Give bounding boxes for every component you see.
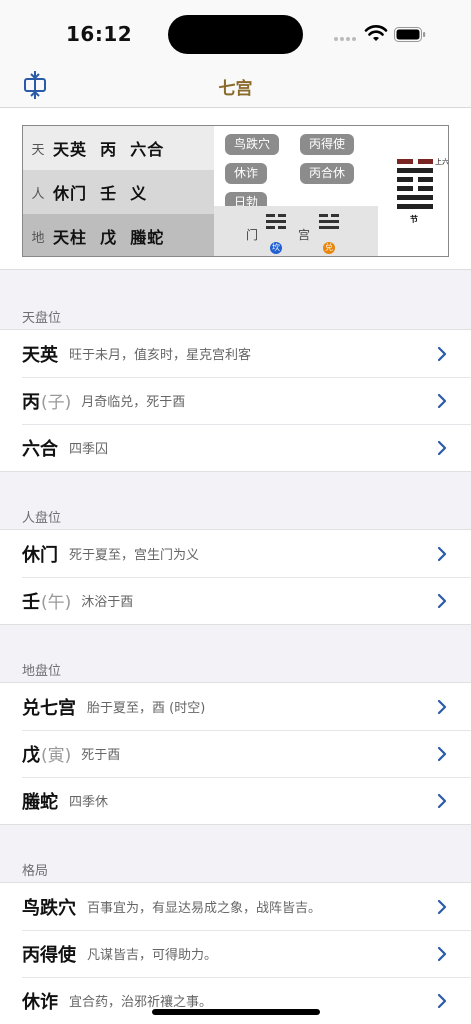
earth-row-text: 天柱 戊 螣蛇 [53,228,165,247]
gate-trigram-icon [266,214,286,232]
row-title: 丙 [22,391,40,413]
palace-label: 宫 [298,228,311,242]
list-item[interactable]: 六合 四季囚 [0,424,471,471]
row-title: 丙得使 [22,944,76,966]
row-title: 螣蛇 [22,791,58,813]
human-list: 休门 死于夏至，宫生门为义 壬 (午) 沐浴于酉 [0,529,471,625]
dynamic-island [168,15,303,54]
row-description: 月奇临兑，死于酉 [81,395,186,410]
chevron-right-icon [437,899,447,915]
list-item[interactable]: 螣蛇 四季休 [0,777,471,824]
list-item[interactable]: 休诈 宜合药，治邪祈禳之事。 [0,977,471,1024]
palace-trigram-icon [319,214,339,232]
gate-trigram-badge: 坎 [270,242,282,254]
row-title: 鸟跌穴 [22,897,76,919]
chevron-right-icon [437,393,447,409]
list-item[interactable]: 壬 (午) 沐浴于酉 [0,577,471,624]
chevron-right-icon [437,993,447,1009]
list-item[interactable]: 兑七宫 胎于夏至，酉 (时空) [0,683,471,730]
row-description: 死于酉 [81,748,121,763]
heaven-row-text: 天英 丙 六合 [53,140,165,159]
pattern-tag: 丙得使 [300,134,355,155]
section-header-patterns: 格局 [22,864,49,879]
hexagram-line [397,195,433,200]
patterns-list: 鸟跌穴 百事宜为，有显达易成之象，战阵皆吉。 丙得使 凡谋皆吉，可得助力。 休诈… [0,882,471,1024]
row-description: 四季囚 [69,442,109,457]
heaven-row-label: 天 [31,142,45,158]
row-title: 天英 [22,344,58,366]
palace-chart-area: 天 天英 丙 六合 人 休门 壬 义 地 天柱 戊 螣蛇 鸟跌穴 丙得使 休诈 … [0,108,471,270]
row-title: 六合 [22,438,58,460]
pattern-tag: 鸟跌穴 [225,134,280,155]
status-time: 16:12 [66,22,133,46]
wifi-icon [364,25,388,41]
section-header-earth: 地盘位 [22,664,62,679]
list-item[interactable]: 天英 旺于未月，值亥时，星克宫利客 [0,330,471,377]
row-description: 沐浴于酉 [81,595,134,610]
list-item[interactable]: 丙 (子) 月奇临兑，死于酉 [0,377,471,424]
battery-icon [394,27,426,42]
row-subtitle: (寅) [41,746,72,766]
earth-list: 兑七宫 胎于夏至，酉 (时空) 戊 (寅) 死于酉 螣蛇 四季休 [0,682,471,825]
gate-label: 门 [246,228,259,242]
hexagram-line [397,186,433,191]
hexagram: 上六 节 [378,126,449,256]
row-description: 四季休 [69,795,109,810]
home-indicator[interactable] [152,1009,320,1015]
page-title: 七宫 [218,79,253,99]
hexagram-line [397,177,433,182]
row-description: 胎于夏至，酉 (时空) [87,701,206,716]
earth-row-label: 地 [31,230,45,246]
list-item[interactable]: 戊 (寅) 死于酉 [0,730,471,777]
row-subtitle: (子) [41,393,72,413]
pattern-tag: 丙合休 [300,163,355,184]
list-item[interactable]: 休门 死于夏至，宫生门为义 [0,530,471,577]
human-row: 人 休门 壬 义 [23,170,214,214]
chevron-right-icon [437,440,447,456]
row-description: 旺于未月，值亥时，星克宫利客 [69,348,252,363]
pattern-tags: 鸟跌穴 丙得使 休诈 丙合休 日勃 [214,126,378,213]
earth-row: 地 天柱 戊 螣蛇 [23,214,214,256]
chevron-right-icon [437,346,447,362]
navigation-bar: 七宫 [0,62,471,108]
palace-chart: 天 天英 丙 六合 人 休门 壬 义 地 天柱 戊 螣蛇 鸟跌穴 丙得使 休诈 … [22,125,449,257]
human-row-text: 休门 壬 义 [53,184,148,203]
chevron-right-icon [437,699,447,715]
row-title: 壬 [22,591,40,613]
row-description: 凡谋皆吉，可得助力。 [87,948,218,963]
section-header-heaven: 天盘位 [22,311,62,326]
row-description: 死于夏至，宫生门为义 [69,548,200,563]
cellular-signal-icon [334,37,356,41]
section-header-human: 人盘位 [22,511,62,526]
chevron-right-icon [437,746,447,762]
chevron-right-icon [437,946,447,962]
list-item[interactable]: 丙得使 凡谋皆吉，可得助力。 [0,930,471,977]
heaven-list: 天英 旺于未月，值亥时，星克宫利客 丙 (子) 月奇临兑，死于酉 六合 四季囚 [0,329,471,472]
status-bar: 16:12 [0,0,471,62]
chevron-right-icon [437,546,447,562]
row-description: 宜合药，治邪祈禳之事。 [69,995,213,1010]
hexagram-line-label: 上六 [435,158,449,166]
hexagram-line [397,204,433,209]
row-title: 戊 [22,744,40,766]
row-title: 兑七宫 [22,697,76,719]
palace-trigram-badge: 兑 [323,242,335,254]
row-title: 休门 [22,544,58,566]
hexagram-line [397,168,433,173]
chevron-right-icon [437,593,447,609]
row-description: 百事宜为，有显达易成之象，战阵皆吉。 [87,901,322,916]
list-item[interactable]: 鸟跌穴 百事宜为，有显达易成之象，战阵皆吉。 [0,883,471,930]
row-title: 休诈 [22,991,58,1013]
chevron-right-icon [437,793,447,809]
trigram-strip: 门 坎 宫 兑 [214,206,378,256]
hexagram-name: 节 [410,215,418,224]
heaven-row: 天 天英 丙 六合 [23,126,214,170]
pattern-tag: 休诈 [225,163,268,184]
hexagram-line [397,159,433,164]
human-row-label: 人 [31,186,45,202]
row-subtitle: (午) [41,593,72,613]
